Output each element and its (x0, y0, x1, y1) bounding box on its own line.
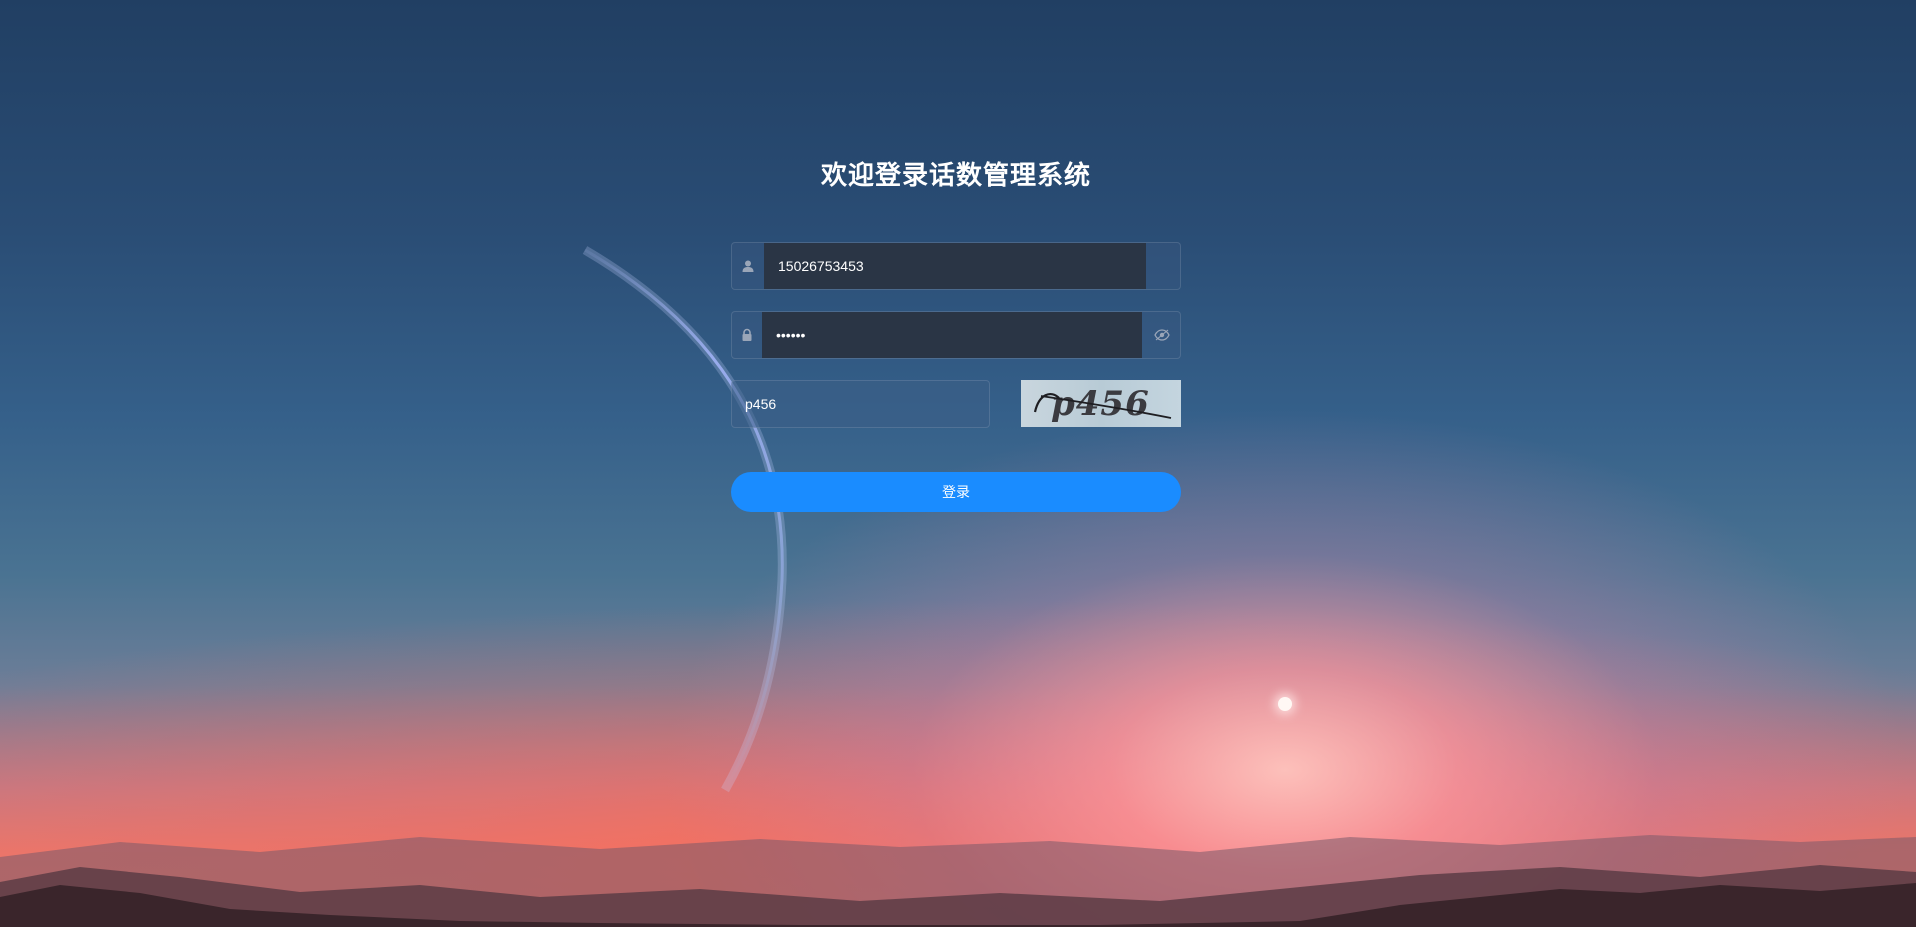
login-page: 欢迎登录话数管理系统 15026753453 •••••• p456 p456 … (0, 0, 1916, 927)
user-icon (732, 243, 764, 289)
password-input[interactable] (762, 312, 1142, 358)
lock-icon (732, 312, 762, 358)
captcha-noise-lines (1033, 393, 1172, 419)
login-form: 欢迎登录话数管理系统 15026753453 •••••• p456 p456 … (731, 150, 1181, 512)
sun-decoration (1278, 697, 1292, 711)
password-field (731, 311, 1181, 359)
mountains-decoration (0, 835, 1916, 927)
captcha-row: p456 (731, 380, 1181, 428)
username-field (731, 242, 1181, 290)
login-button[interactable]: 登录 (731, 472, 1181, 512)
captcha-image[interactable]: p456 (1021, 380, 1181, 427)
username-input[interactable] (764, 243, 1146, 289)
page-title: 欢迎登录话数管理系统 (820, 160, 1091, 190)
eye-icon[interactable] (1144, 312, 1180, 358)
captcha-input[interactable] (731, 380, 990, 428)
